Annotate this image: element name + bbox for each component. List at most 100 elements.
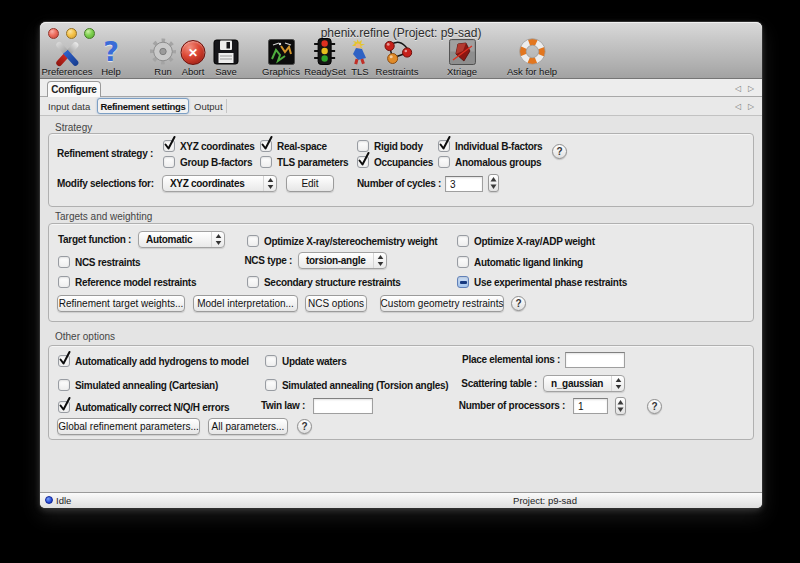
- popup-arrows-icon: [611, 376, 624, 391]
- checkbox-anomalous-groups[interactable]: Anomalous groups: [438, 155, 541, 169]
- toolbar-button-run[interactable]: Run: [150, 42, 177, 79]
- checkbox-reference-model-restraints[interactable]: Reference model restraints: [58, 275, 196, 289]
- number-of-processors-stepper[interactable]: [615, 397, 626, 415]
- twin-law-field[interactable]: [313, 398, 373, 414]
- model-interpretation-button[interactable]: Model interpretation...: [193, 295, 298, 312]
- checkbox-occupancies[interactable]: Occupancies: [357, 155, 433, 169]
- checkbox-box[interactable]: [260, 156, 272, 168]
- edit-button[interactable]: Edit: [286, 175, 334, 192]
- checkbox-box[interactable]: [260, 140, 272, 152]
- toolbar-button-help[interactable]: ? Help: [101, 42, 121, 79]
- all-parameters-button[interactable]: All parameters...: [208, 418, 288, 435]
- checkbox-automatically-add-hydrogens[interactable]: Automatically add hydrogens to model: [58, 354, 249, 368]
- number-of-cycles-label: Number of cycles :: [341, 177, 441, 190]
- global-refinement-parameters-button[interactable]: Global refinement parameters...: [57, 418, 200, 435]
- strategy-help-button[interactable]: ?: [552, 144, 567, 159]
- checkbox-box[interactable]: [247, 276, 259, 288]
- popup-arrows-icon: [211, 232, 224, 247]
- checkbox-update-waters[interactable]: Update waters: [265, 354, 346, 368]
- checkbox-ncs-restraints[interactable]: NCS restraints: [58, 255, 140, 269]
- scroll-right-icon[interactable]: ▷: [748, 102, 754, 111]
- checkbox-box[interactable]: [457, 235, 469, 247]
- toolbar-button-readyset[interactable]: ReadySet: [304, 42, 346, 79]
- xtriage-crystal-icon: [448, 39, 475, 65]
- popup-arrows-icon: [373, 253, 386, 268]
- toolbar-button-abort[interactable]: ✕ Abort: [181, 42, 206, 79]
- checkbox-box[interactable]: [357, 156, 369, 168]
- checkbox-box[interactable]: [163, 140, 175, 152]
- twin-law-label: Twin law :: [205, 399, 305, 412]
- checkbox-use-experimental-phase-restraints[interactable]: Use experimental phase restraints: [457, 275, 627, 289]
- processors-help-button[interactable]: ?: [647, 399, 662, 414]
- checkbox-box[interactable]: [457, 276, 469, 288]
- refinement-strategy-label: Refinement strategy :: [57, 147, 153, 160]
- stepper-icon: [490, 177, 497, 189]
- checkbox-box[interactable]: [58, 379, 70, 391]
- checkbox-box[interactable]: [58, 276, 70, 288]
- target-function-dropdown[interactable]: Automatic: [138, 231, 225, 248]
- run-gear-icon: [150, 39, 177, 65]
- ncs-type-dropdown[interactable]: torsion-angle: [298, 252, 387, 269]
- checkbox-box[interactable]: [438, 156, 450, 168]
- checkbox-optimize-xray-stereochemistry-weight[interactable]: Optimize X-ray/stereochemistry weight: [247, 234, 437, 248]
- checkbox-box[interactable]: [265, 379, 277, 391]
- number-of-cycles-field[interactable]: 3: [445, 176, 483, 192]
- traffic-light-icon: [312, 39, 337, 65]
- custom-geometry-restraints-button[interactable]: Custom geometry restraints: [380, 295, 504, 312]
- modify-selections-dropdown[interactable]: XYZ coordinates: [162, 175, 277, 192]
- checkbox-simulated-annealing-cartesian[interactable]: Simulated annealing (Cartesian): [58, 378, 218, 392]
- checkbox-box[interactable]: [457, 256, 469, 268]
- number-of-processors-field[interactable]: 1: [573, 398, 608, 414]
- ncs-options-button[interactable]: NCS options: [305, 295, 367, 312]
- help-icon: ?: [103, 39, 119, 65]
- window-title: phenix.refine (Project: p9-sad): [40, 26, 762, 40]
- number-of-cycles-stepper[interactable]: [488, 174, 499, 192]
- toolbar-button-graphics[interactable]: Graphics: [262, 42, 300, 79]
- tab-configure[interactable]: Configure: [47, 81, 101, 97]
- scattering-table-label: Scattering table :: [417, 377, 537, 390]
- checkbox-individual-b-factors[interactable]: Individual B-factors: [438, 139, 542, 153]
- toolbar-button-preferences[interactable]: Preferences: [41, 42, 92, 79]
- toolbar-button-restraints[interactable]: Restraints: [376, 42, 419, 79]
- targets-help-button[interactable]: ?: [511, 296, 526, 311]
- other-options-help-button[interactable]: ?: [297, 419, 312, 434]
- targets-section-label: Targets and weighting: [55, 211, 152, 222]
- refinement-target-weights-button[interactable]: Refinement target weights...: [57, 295, 185, 312]
- toolbar-button-ask-for-help[interactable]: Ask for help: [507, 42, 557, 79]
- checkbox-optimize-xray-adp-weight[interactable]: Optimize X-ray/ADP weight: [457, 234, 595, 248]
- checkbox-box[interactable]: [438, 140, 450, 152]
- toolbar-button-tls[interactable]: TLS: [349, 42, 371, 79]
- status-bar: Idle Project: p9-sad: [40, 492, 762, 508]
- checkbox-box[interactable]: [247, 235, 259, 247]
- toolbar-button-xtriage[interactable]: Xtriage: [447, 42, 477, 79]
- checkbox-box[interactable]: [163, 156, 175, 168]
- toolbar-button-save[interactable]: Save: [213, 42, 239, 79]
- checkbox-box[interactable]: [265, 355, 277, 367]
- checkbox-box[interactable]: [58, 256, 70, 268]
- tab-separator: [226, 99, 227, 113]
- checkbox-real-space[interactable]: Real-space: [260, 139, 327, 153]
- scroll-left-icon[interactable]: ◁: [735, 84, 741, 93]
- checkbox-box[interactable]: [58, 355, 70, 367]
- number-of-processors-label: Number of processors :: [445, 399, 565, 412]
- target-function-label: Target function :: [58, 233, 131, 246]
- scroll-left-icon[interactable]: ◁: [735, 102, 741, 111]
- checkbox-group-b-factors[interactable]: Group B-factors: [163, 155, 252, 169]
- checkbox-xyz-coordinates[interactable]: XYZ coordinates: [163, 139, 254, 153]
- project-label: Project: p9-sad: [470, 495, 620, 506]
- checkbox-secondary-structure-restraints[interactable]: Secondary structure restraints: [247, 275, 401, 289]
- checkbox-tls-parameters[interactable]: TLS parameters: [260, 155, 348, 169]
- place-elemental-ions-field[interactable]: [565, 352, 625, 368]
- scroll-right-icon[interactable]: ▷: [748, 84, 754, 93]
- inner-tab-bar: Input data Refinement settings Output ◁ …: [40, 97, 762, 116]
- tab-refinement-settings[interactable]: Refinement settings: [97, 98, 189, 114]
- checkbox-automatically-correct-nqh[interactable]: Automatically correct N/Q/H errors: [58, 400, 229, 414]
- scattering-table-dropdown[interactable]: n_gaussian: [543, 375, 625, 392]
- checkbox-automatic-ligand-linking[interactable]: Automatic ligand linking: [457, 255, 583, 269]
- popup-arrows-icon: [263, 176, 276, 191]
- checkbox-box[interactable]: [58, 401, 70, 413]
- tab-input-data[interactable]: Input data: [48, 97, 90, 115]
- tab-output[interactable]: Output: [194, 97, 223, 115]
- checkmark-icon: [58, 350, 71, 366]
- checkmark-icon: [260, 135, 273, 151]
